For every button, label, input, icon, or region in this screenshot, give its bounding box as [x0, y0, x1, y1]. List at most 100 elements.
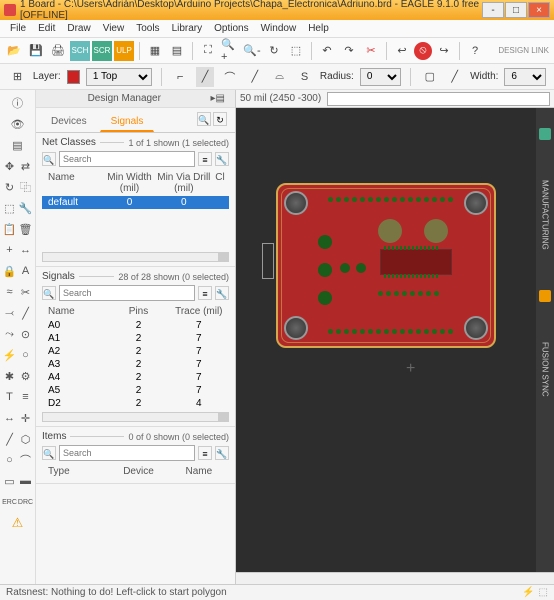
zoom-fit-icon[interactable]: ⛶: [198, 41, 218, 61]
save-icon[interactable]: 💾: [26, 41, 46, 61]
layer-color-swatch[interactable]: [67, 70, 80, 84]
nc-hdr-cl[interactable]: Cl: [211, 172, 229, 194]
pcb-board[interactable]: [276, 183, 496, 348]
fusion-badge-icon[interactable]: [539, 290, 551, 302]
miter2-icon[interactable]: ╱: [445, 67, 464, 87]
dimension-icon[interactable]: ↔: [3, 409, 17, 427]
sync-icon[interactable]: ⚡: [522, 587, 534, 598]
command-input[interactable]: [327, 92, 550, 106]
table-row[interactable]: A127: [42, 332, 229, 345]
move-icon[interactable]: ✥: [3, 157, 17, 175]
bend-style-0-icon[interactable]: ⌐: [171, 67, 190, 87]
menu-file[interactable]: File: [4, 21, 32, 36]
fusion-sync-tab[interactable]: FUSION SYNC: [541, 342, 550, 397]
wrench-icon[interactable]: 🔧: [215, 286, 229, 300]
menu-view[interactable]: View: [97, 21, 131, 36]
delete-icon[interactable]: 🗑: [19, 220, 33, 238]
table-row[interactable]: A027: [42, 319, 229, 332]
layer-select[interactable]: 1 Top: [86, 68, 152, 86]
group-icon[interactable]: ⬚: [3, 199, 17, 217]
bend-style-3-icon[interactable]: ╱: [245, 67, 264, 87]
add-icon[interactable]: +: [3, 241, 17, 259]
mirror-icon[interactable]: ⇄: [19, 157, 33, 175]
menu-tools[interactable]: Tools: [130, 21, 165, 36]
rect-icon[interactable]: ▭: [3, 472, 17, 490]
menu-edit[interactable]: Edit: [32, 21, 61, 36]
nc-hdr-name[interactable]: Name: [42, 172, 102, 194]
horizontal-scrollbar[interactable]: [236, 572, 554, 584]
cancel-icon[interactable]: ✂: [361, 41, 381, 61]
arc-icon[interactable]: ⌒: [19, 451, 33, 469]
signal-icon[interactable]: ⚡: [3, 346, 17, 364]
filter-icon[interactable]: ≡: [198, 446, 212, 460]
refresh-icon[interactable]: ↻: [213, 112, 227, 126]
schematic-icon[interactable]: ▦: [145, 41, 165, 61]
net-classes-search[interactable]: [59, 151, 195, 167]
attr-icon[interactable]: ≡: [19, 388, 33, 406]
minimize-button[interactable]: -: [482, 2, 504, 18]
filter-icon[interactable]: ≡: [198, 286, 212, 300]
via-icon[interactable]: ⊙: [19, 325, 33, 343]
table-row[interactable]: D224: [42, 397, 229, 409]
sig-hdr-pins[interactable]: Pins: [108, 306, 168, 317]
horizontal-scrollbar[interactable]: [42, 252, 229, 262]
paste-icon[interactable]: 📋: [3, 220, 17, 238]
scr-icon[interactable]: SCR: [92, 41, 112, 61]
it-hdr-type[interactable]: Type: [42, 466, 108, 477]
stop-icon[interactable]: ⦸: [414, 42, 432, 60]
show-icon[interactable]: 👁: [9, 115, 27, 133]
table-row[interactable]: A527: [42, 384, 229, 397]
table-row[interactable]: A427: [42, 371, 229, 384]
menu-window[interactable]: Window: [255, 21, 303, 36]
smash-icon[interactable]: ✂: [19, 283, 33, 301]
change-icon[interactable]: 🔧: [19, 199, 33, 217]
layers-icon[interactable]: ▤: [9, 136, 27, 154]
drc-icon[interactable]: DRC: [19, 493, 33, 511]
cloud-icon[interactable]: ⬚: [539, 587, 548, 598]
print-icon[interactable]: 🖨: [48, 41, 68, 61]
sig-hdr-name[interactable]: Name: [42, 306, 108, 317]
horizontal-scrollbar[interactable]: [42, 412, 229, 422]
replace-icon[interactable]: ↔: [19, 241, 33, 259]
menu-library[interactable]: Library: [166, 21, 209, 36]
lock-icon[interactable]: 🔒: [3, 262, 17, 280]
menu-help[interactable]: Help: [302, 21, 335, 36]
it-hdr-name[interactable]: Name: [169, 466, 229, 477]
panel-menu-icon[interactable]: ▸▤: [207, 93, 229, 104]
circle-icon[interactable]: ○: [3, 451, 17, 469]
radius-select[interactable]: 0: [360, 68, 402, 86]
nc-hdr-minw[interactable]: Min Width (mil): [102, 172, 156, 194]
table-row[interactable]: A227: [42, 345, 229, 358]
width-select[interactable]: 6: [504, 68, 546, 86]
rect2-icon[interactable]: ▬: [19, 472, 33, 490]
route-icon[interactable]: ╱: [19, 304, 33, 322]
mark-icon[interactable]: ✛: [19, 409, 33, 427]
tab-signals[interactable]: Signals: [100, 112, 155, 132]
zoom-redraw-icon[interactable]: ↻: [264, 41, 284, 61]
errors-icon[interactable]: ⚠: [9, 514, 27, 532]
poly-icon[interactable]: ⬡: [19, 430, 33, 448]
zoom-select-icon[interactable]: ⬚: [286, 41, 306, 61]
menu-options[interactable]: Options: [208, 21, 254, 36]
hole-icon[interactable]: ○: [19, 346, 33, 364]
grid-icon[interactable]: ⊞: [8, 67, 27, 87]
wrench-icon[interactable]: 🔧: [215, 446, 229, 460]
cam-icon[interactable]: SCH: [70, 41, 90, 61]
manufacturing-badge-icon[interactable]: [539, 128, 551, 140]
table-row[interactable]: A327: [42, 358, 229, 371]
go-fwd-icon[interactable]: ↪: [434, 41, 454, 61]
nc-hdr-minv[interactable]: Min Via Drill (mil): [157, 172, 211, 194]
go-back-icon[interactable]: ↩: [392, 41, 412, 61]
name-icon[interactable]: A: [19, 262, 33, 280]
rotate-icon[interactable]: ↻: [3, 178, 17, 196]
bend-style-5-icon[interactable]: S: [295, 67, 314, 87]
auto-icon[interactable]: ⚙: [19, 367, 33, 385]
redo-icon[interactable]: ↷: [339, 41, 359, 61]
tab-devices[interactable]: Devices: [40, 112, 98, 132]
bend-style-1-icon[interactable]: ╱: [196, 67, 215, 87]
menu-draw[interactable]: Draw: [61, 21, 96, 36]
signals-search[interactable]: [59, 285, 195, 301]
zoom-in-icon[interactable]: 🔍+: [220, 41, 240, 61]
miter-icon[interactable]: ▢: [420, 67, 439, 87]
bend-style-2-icon[interactable]: ⌒: [220, 67, 239, 87]
